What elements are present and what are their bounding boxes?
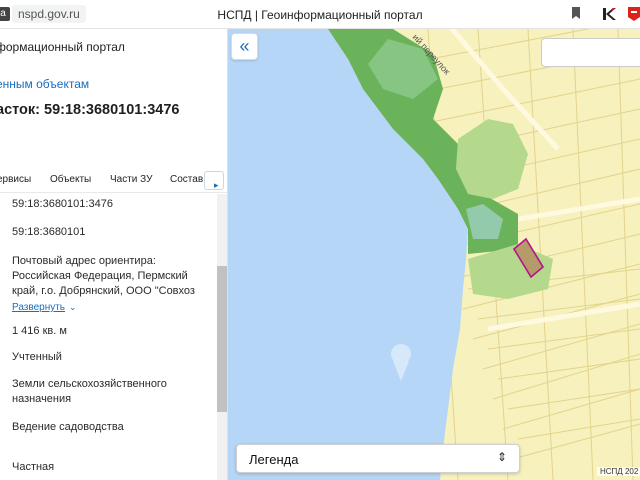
cadastral-number-value: 59:18:3680101:3476: [12, 198, 113, 210]
chevron-down-icon[interactable]: ⌄: [69, 300, 77, 315]
extension-k-icon[interactable]: [601, 6, 617, 25]
address-line-3: край, г.о. Добрянский, ООО "Совхоз: [12, 285, 195, 297]
collapse-panel-button[interactable]: «: [231, 33, 258, 60]
breadcrumb-link[interactable]: енным объектам: [0, 77, 89, 91]
tab-objects[interactable]: Объекты: [50, 174, 91, 185]
status-value: Учтенный: [12, 351, 62, 363]
double-chevron-left-icon: «: [239, 36, 250, 56]
bookmark-icon[interactable]: [570, 6, 582, 23]
tab-parts[interactable]: Части ЗУ: [110, 174, 152, 185]
legend-selector[interactable]: Легенда ⇕: [236, 444, 520, 473]
address-line-1: Почтовый адрес ориентира:: [12, 255, 156, 267]
category-line-1: Земли сельскохозяйственного: [12, 378, 167, 390]
map-canvas: [228, 29, 640, 480]
extension-red-icon[interactable]: [627, 6, 640, 25]
tab-services[interactable]: ервисы: [0, 174, 31, 185]
map-view[interactable]: ий переулок: [228, 29, 640, 480]
tabs-next-button[interactable]: ▸: [204, 171, 224, 190]
address-line-2: Российская Федерация, Пермский: [12, 270, 188, 282]
up-down-arrows-icon: ⇕: [496, 450, 507, 464]
map-search-input[interactable]: [541, 38, 640, 67]
page-title: НСПД | Геоинформационный портал: [217, 8, 423, 22]
ownership-value: Частная: [12, 461, 55, 473]
quarter-value: 59:18:3680101: [12, 226, 86, 238]
legend-label: Легенда: [249, 452, 299, 467]
tabs-divider: [0, 192, 227, 193]
map-attribution: НСПД 202: [597, 467, 640, 476]
category-line-2: назначения: [12, 393, 72, 405]
area-value: 1 416 кв. м: [12, 325, 67, 337]
panel-tabs: ервисы Объекты Части ЗУ Состав ▸: [0, 169, 227, 191]
object-info-panel: формационный портал енным объектам асток…: [0, 29, 228, 480]
panel-scrollbar-thumb[interactable]: [217, 266, 227, 412]
portal-title: формационный портал: [0, 40, 125, 54]
tab-composition[interactable]: Состав: [170, 174, 203, 185]
meadow-1: [456, 119, 528, 199]
browser-toolbar: a nspd.gov.ru НСПД | Геоинформационный п…: [0, 0, 640, 29]
expand-address-link[interactable]: Развернуть: [12, 300, 65, 315]
permitted-use-value: Ведение садоводства: [12, 421, 124, 433]
parcel-heading: асток: 59:18:3680101:3476: [0, 102, 180, 118]
